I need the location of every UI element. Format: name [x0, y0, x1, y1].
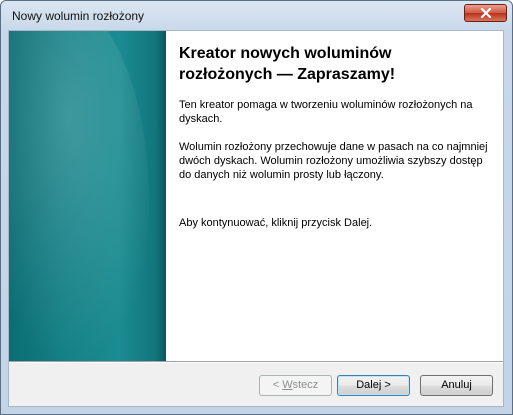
wizard-continue-text: Aby kontynuować, kliknij przycisk Dalej. — [179, 217, 373, 229]
wizard-heading: Kreator nowych woluminów rozłożonych — Z… — [179, 45, 396, 83]
title-bar[interactable]: Nowy wolumin rozłożony — [1, 1, 512, 29]
wizard-description-text: Wolumin rozłożony przechowuje dane w pas… — [179, 141, 488, 181]
cancel-button[interactable]: Anuluj — [420, 375, 493, 396]
back-button-prefix: < — [272, 379, 283, 391]
wizard-banner-image — [9, 31, 166, 361]
button-separator — [9, 361, 503, 363]
wizard-intro-text: Ten kreator pomaga w tworzeniu woluminów… — [179, 99, 473, 125]
wizard-window: Nowy wolumin rozłożony Kreator nowych wo… — [0, 0, 513, 415]
wizard-client-area: Kreator nowych woluminów rozłożonych — Z… — [8, 30, 504, 407]
welcome-panel: Kreator nowych woluminów rozłożonych — Z… — [166, 31, 503, 361]
back-button-label: stecz — [292, 379, 319, 391]
next-button[interactable]: Dalej > — [337, 375, 410, 396]
back-button-accelerator: W — [282, 379, 293, 391]
close-icon — [480, 8, 491, 18]
back-button[interactable]: < Wstecz — [259, 375, 332, 396]
window-title: Nowy wolumin rozłożony — [12, 9, 145, 23]
close-button[interactable] — [464, 4, 507, 22]
